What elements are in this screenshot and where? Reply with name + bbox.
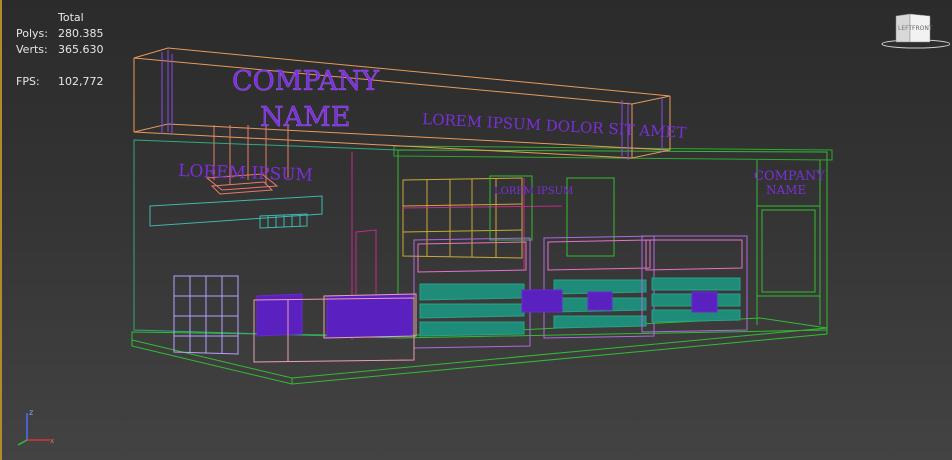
viewcube-left-label: LEFT bbox=[898, 25, 912, 32]
viewcube-widget[interactable]: LEFT FRONT bbox=[880, 12, 950, 50]
side-company-line2: NAME bbox=[766, 183, 806, 197]
axis-tripod: z x bbox=[17, 408, 54, 446]
wall-shelf bbox=[149, 195, 323, 229]
company-name-line2: NAME bbox=[260, 102, 350, 133]
side-company-line1: COMPANY bbox=[754, 169, 825, 184]
front-shelving-units bbox=[173, 275, 239, 355]
left-wall-slogan: LOREM IPSUM bbox=[178, 161, 313, 186]
window-slogan: LOREM IPSUM bbox=[494, 186, 573, 197]
3d-viewport[interactable]: Total Polys: 280.385 Verts: 365.630 FPS:… bbox=[0, 0, 952, 460]
header-slogan: LOREM IPSUM DOLOR SIT AMET bbox=[422, 110, 687, 142]
wireframe-booth-model[interactable]: COMPANY NAME LOREM IPSUM DOLOR SIT AMET … bbox=[2, 0, 952, 460]
x-axis-label: x bbox=[50, 437, 54, 445]
company-name-line1: COMPANY bbox=[232, 66, 380, 97]
display-counter-2 bbox=[543, 235, 655, 339]
display-counter-3 bbox=[641, 235, 748, 333]
viewcube-front-label: FRONT bbox=[912, 25, 933, 32]
y-axis-line bbox=[17, 439, 28, 446]
z-axis-label: z bbox=[29, 408, 33, 417]
